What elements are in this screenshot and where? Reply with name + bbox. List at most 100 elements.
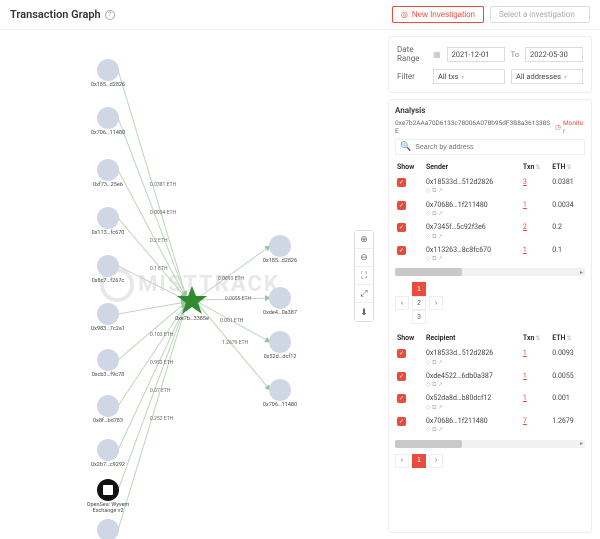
date-range-row: Date Range ▦ 2021-12-01 To 2022-05-30: [397, 45, 583, 63]
edge-label: 0.0093 ETH: [218, 276, 244, 282]
pager-page[interactable]: 2: [412, 296, 426, 310]
row-action-icons[interactable]: ◇ ⧉ ↗: [426, 426, 519, 433]
node-label: 0xcb3…f9c78: [78, 372, 138, 378]
txn-link[interactable]: 1: [523, 394, 527, 402]
monitor-link[interactable]: ◷ Monitor: [555, 119, 585, 135]
row-action-icons[interactable]: ◇ ⧉ ↗: [426, 359, 519, 366]
senders-pager: ‹ 123 ›: [395, 282, 585, 324]
expand-button[interactable]: ⤢: [355, 285, 373, 303]
pager-prev[interactable]: ‹: [395, 296, 409, 310]
search-input[interactable]: [415, 144, 580, 151]
table-row: ✓0x18533d…512d2826◇ ⧉ ↗10.0093: [395, 346, 585, 369]
senders-scrollbar[interactable]: ▸: [395, 268, 585, 276]
filter-label: Filter: [397, 72, 427, 81]
txn-link[interactable]: 2: [523, 223, 527, 231]
row-checkbox[interactable]: ✓: [397, 201, 406, 210]
txn-link[interactable]: 7: [523, 417, 527, 425]
col-txn[interactable]: Txn⇅: [521, 159, 550, 175]
edge-label: 0.001 ETH: [220, 318, 243, 324]
analysis-hash: 0xe7b2AAa70D6133c78006A078b95dF3B8a36133…: [395, 119, 551, 135]
edge-label: 0.103 ETH: [150, 332, 173, 338]
search-icon: 🔍: [400, 142, 411, 152]
row-action-icons[interactable]: ◇ ⧉ ↗: [426, 233, 519, 240]
txn-link[interactable]: 1: [523, 246, 527, 254]
col-eth[interactable]: ETH⇅: [550, 159, 585, 175]
pager-page[interactable]: 3: [412, 310, 426, 324]
row-checkbox[interactable]: ✓: [397, 417, 406, 426]
table-row: ✓0x7345f…5c92f3e6◇ ⧉ ↗20.2: [395, 220, 585, 243]
txn-link[interactable]: 1: [523, 372, 527, 380]
date-to-input[interactable]: 2022-05-30: [525, 47, 583, 62]
txn-link[interactable]: 1: [523, 349, 527, 357]
pager-next[interactable]: ›: [429, 454, 443, 468]
node-label: 0x52d…dcf12: [250, 354, 310, 360]
row-checkbox[interactable]: ✓: [397, 246, 406, 255]
edge-label: 0.0034 ETH: [150, 210, 176, 216]
filter-row: Filter All txs ▾ All addresses ▾: [397, 69, 583, 84]
side-panel: Date Range ▦ 2021-12-01 To 2022-05-30 Fi…: [380, 30, 600, 539]
col-show: Show: [395, 159, 424, 175]
col-eth[interactable]: ETH⇅: [550, 330, 585, 346]
txn-link[interactable]: 1: [523, 201, 527, 209]
edge-label: 0.0381 ETH: [150, 182, 176, 188]
eth-value: 0.0381: [550, 175, 585, 198]
address-text: 0x113263…8c8fc670: [426, 246, 519, 254]
pager-page[interactable]: 1: [412, 454, 426, 468]
row-checkbox[interactable]: ✓: [397, 349, 406, 358]
row-action-icons[interactable]: ◇ ⧉ ↗: [426, 381, 519, 388]
row-action-icons[interactable]: ◇ ⧉ ↗: [426, 255, 519, 262]
date-from-input[interactable]: 2021-12-01: [447, 47, 505, 62]
row-checkbox[interactable]: ✓: [397, 372, 406, 381]
table-row: ✓0xde4522…6db0a387◇ ⧉ ↗10.0055: [395, 369, 585, 392]
graph-svg: [0, 30, 370, 539]
row-checkbox[interactable]: ✓: [397, 178, 406, 187]
tx-filter-select[interactable]: All txs ▾: [433, 69, 505, 84]
table-row: ✓ 0x52da8d…b80dcf12 ◇ ⧉ ↗ 1 0.001: [395, 391, 585, 414]
eth-value: 0.0055: [550, 369, 585, 392]
header: Transaction Graph ? ◎ New Investigation …: [0, 0, 600, 30]
recipients-scrollbar[interactable]: ▸: [395, 440, 585, 448]
zoom-out-button[interactable]: ⊖: [355, 249, 373, 267]
row-action-icons[interactable]: ◇ ⧉ ↗: [426, 210, 519, 217]
pager-page[interactable]: 1: [412, 282, 426, 296]
row-action-icons[interactable]: ◇ ⧉ ↗: [426, 187, 519, 194]
address-text: 0x18533d…512d2826: [426, 349, 519, 357]
recipients-pager: ‹ 1 ›: [395, 454, 585, 468]
txn-link[interactable]: 3: [523, 178, 527, 186]
graph-area[interactable]: MISTTRACK: [0, 30, 380, 539]
table-row: ✓0x113263…8c8fc670◇ ⧉ ↗10.1: [395, 243, 585, 266]
recipients-table: Show Recipient Txn⇅ ETH⇅ ✓0x18533d…512d2…: [395, 330, 585, 436]
info-icon[interactable]: ?: [105, 10, 115, 20]
download-button[interactable]: ⬇: [355, 303, 373, 321]
edge-label: 0.0055 ETH: [225, 296, 251, 302]
node-label: 0x185…d2826: [78, 82, 138, 88]
date-range-label: Date Range: [397, 45, 427, 63]
address-text: 0x52da8d…b80dcf12: [426, 394, 519, 402]
node-label: OpenSea: Wyvern Exchange v2: [78, 502, 138, 514]
edge-label: 0.07 ETH: [150, 388, 170, 394]
node-label: 0xf73…25e6: [78, 182, 138, 188]
fit-button[interactable]: ⛶: [355, 267, 373, 285]
pager-prev[interactable]: ‹: [395, 454, 409, 468]
search-row: 🔍: [395, 139, 585, 155]
row-action-icons[interactable]: ◇ ⧉ ↗: [426, 404, 519, 411]
new-investigation-button[interactable]: ◎ New Investigation: [392, 6, 484, 23]
node-label: 0xde4…0a387: [250, 310, 310, 316]
new-investigation-label: New Investigation: [412, 10, 475, 19]
clock-icon: ◷: [555, 123, 561, 131]
zoom-in-button[interactable]: ⊕: [355, 231, 373, 249]
filter-box: Date Range ▦ 2021-12-01 To 2022-05-30 Fi…: [388, 36, 592, 93]
header-actions: ◎ New Investigation Select a investigati…: [392, 6, 590, 23]
row-checkbox[interactable]: ✓: [397, 223, 406, 232]
row-checkbox[interactable]: ✓: [397, 394, 406, 403]
edge-label: 1.2679 ETH: [222, 340, 248, 346]
node-label: 0x983…7c2a1: [78, 326, 138, 332]
address-filter-select[interactable]: All addresses ▾: [511, 69, 583, 84]
monitor-label: Monitor: [563, 119, 585, 135]
col-recipient: Recipient: [424, 330, 521, 346]
center-node-label: 0xe7b…3385e: [162, 316, 222, 322]
pager-next[interactable]: ›: [429, 296, 443, 310]
investigation-select[interactable]: Select a investigation: [490, 6, 590, 23]
col-txn[interactable]: Txn⇅: [521, 330, 550, 346]
eth-value: 0.001: [550, 391, 585, 414]
